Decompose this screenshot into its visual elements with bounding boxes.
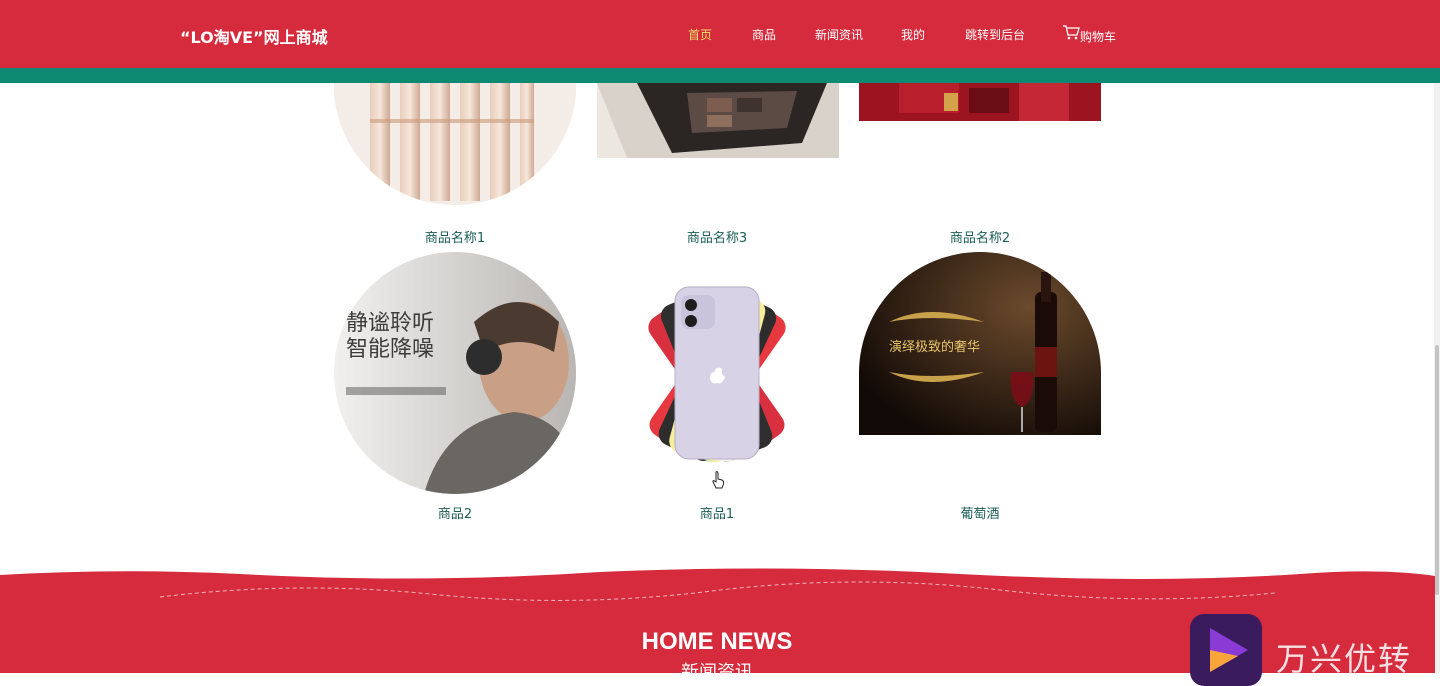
ad-slogan: 演绎极致的奢华	[889, 339, 980, 355]
cart-icon[interactable]	[1062, 24, 1080, 40]
ad-headline: 静谧聆听	[346, 311, 434, 336]
product-image-gift-box[interactable]	[859, 83, 1101, 121]
product-name[interactable]: 商品1	[700, 503, 734, 522]
play-icon	[1210, 628, 1248, 672]
product-image-lipstick[interactable]	[334, 83, 576, 205]
cart-link[interactable]: 购物车	[1080, 28, 1116, 45]
nav-news[interactable]: 新闻资讯	[815, 26, 863, 43]
product-name[interactable]: 商品2	[438, 503, 472, 522]
news-section-subtitle: 新闻资讯	[681, 662, 753, 683]
product-name[interactable]: 商品名称1	[425, 227, 485, 246]
scrollbar-thumb[interactable]	[1435, 345, 1439, 595]
product-name[interactable]: 商品名称2	[950, 227, 1010, 246]
watermark-logo	[1190, 614, 1262, 686]
watermark-text: 万兴优转	[1276, 640, 1413, 678]
nav-mine[interactable]: 我的	[901, 26, 925, 43]
product-image-eyeshadow[interactable]	[597, 83, 839, 158]
navbar-accent-strip	[0, 68, 1440, 83]
nav-admin[interactable]: 跳转到后台	[965, 26, 1025, 43]
product-name[interactable]: 商品名称3	[687, 227, 747, 246]
site-brand[interactable]: “LO淘VE”网上商城	[180, 24, 328, 48]
nav-products[interactable]: 商品	[752, 26, 776, 43]
ad-headline-2: 智能降噪	[346, 337, 434, 362]
news-section-title: HOME NEWS	[641, 628, 793, 655]
product-name[interactable]: 葡萄酒	[960, 503, 999, 522]
product-image-wine[interactable]: 演绎极致的奢华	[859, 252, 1101, 435]
product-image-phones[interactable]	[597, 252, 839, 494]
nav-home[interactable]: 首页	[688, 26, 712, 43]
hand-cursor-icon	[712, 471, 725, 489]
product-image-headphones[interactable]: 静谧聆听 智能降噪	[334, 252, 576, 494]
